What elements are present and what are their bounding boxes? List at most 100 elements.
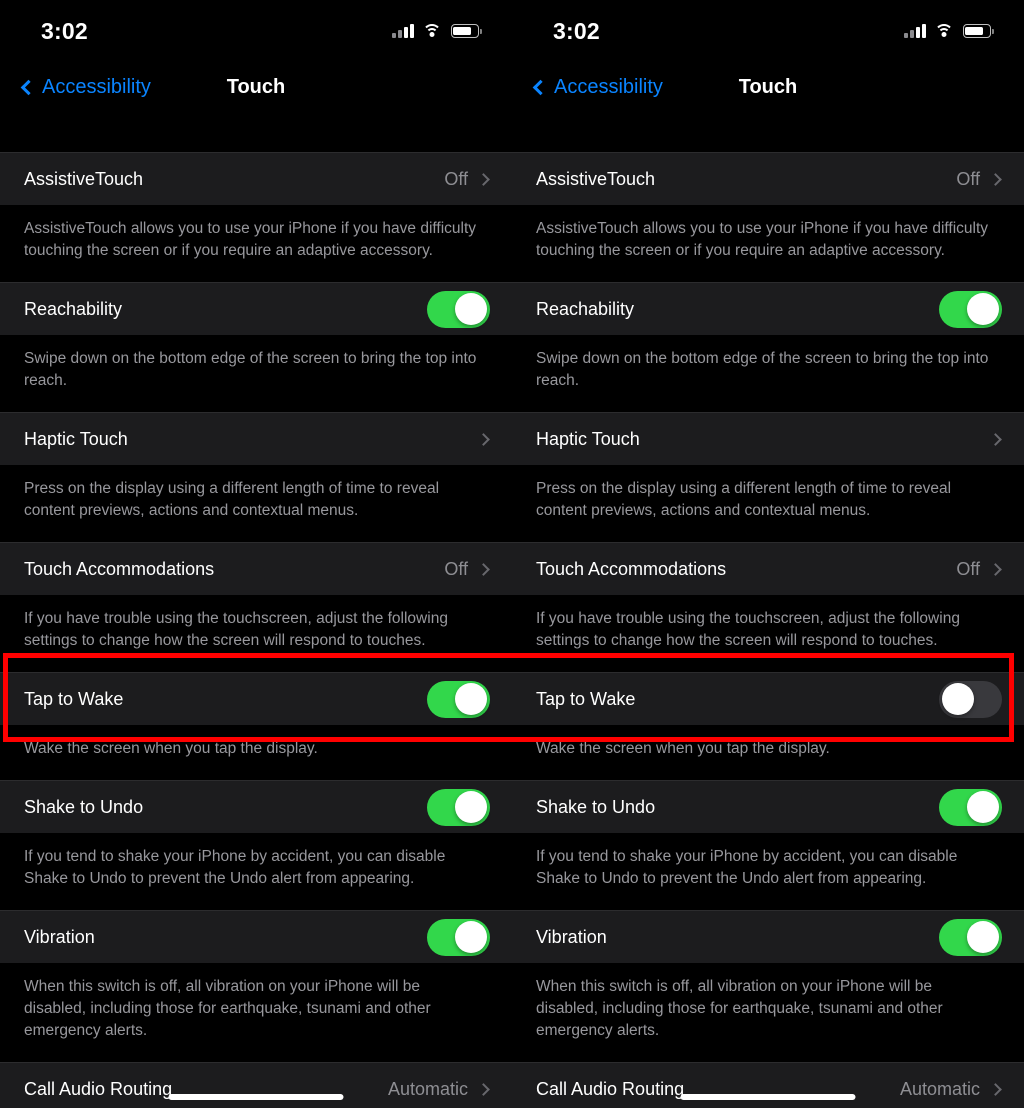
settings-row[interactable]: Tap to Wake <box>512 672 1024 725</box>
settings-row[interactable]: Touch Accommodations Off <box>512 542 1024 595</box>
settings-row-label: Vibration <box>536 926 607 947</box>
settings-row-footer: Wake the screen when you tap the display… <box>0 725 512 780</box>
chevron-left-icon <box>20 79 37 95</box>
toggle-switch[interactable] <box>939 680 1002 718</box>
settings-row-footer: Swipe down on the bottom edge of the scr… <box>0 335 512 412</box>
status-bar: 3:02 <box>0 0 512 62</box>
settings-row-footer: If you tend to shake your iPhone by acci… <box>0 833 512 910</box>
settings-row[interactable]: Vibration <box>512 910 1024 963</box>
settings-row[interactable]: Reachability <box>0 282 512 335</box>
settings-row[interactable]: AssistiveTouch Off <box>512 152 1024 205</box>
toggle-switch[interactable] <box>427 680 490 718</box>
back-button-label: Accessibility <box>42 75 151 98</box>
status-bar-time: 3:02 <box>41 17 88 44</box>
settings-row-label: Shake to Undo <box>536 796 656 817</box>
battery-body <box>962 24 991 38</box>
settings-row[interactable]: Shake to Undo <box>0 780 512 833</box>
wifi-icon <box>934 24 954 38</box>
status-bar-icons <box>391 24 482 38</box>
toggle-switch[interactable] <box>939 918 1002 956</box>
settings-row-value: Off <box>956 558 980 579</box>
settings-row[interactable]: AssistiveTouch Off <box>0 152 512 205</box>
back-button[interactable]: Accessibility <box>532 76 663 99</box>
settings-row-label: Reachability <box>24 298 123 319</box>
settings-row[interactable]: Haptic Touch <box>0 412 512 465</box>
wifi-icon <box>422 24 442 38</box>
chevron-right-icon <box>989 172 1002 186</box>
settings-row-control <box>939 290 1002 328</box>
wifi-dot <box>429 32 435 37</box>
settings-row-label: Shake to Undo <box>24 796 144 817</box>
settings-row-label: Tap to Wake <box>536 688 636 709</box>
settings-row[interactable]: Tap to Wake <box>0 672 512 725</box>
back-button[interactable]: Accessibility <box>20 76 151 99</box>
settings-row-label: Call Audio Routing <box>24 1078 173 1099</box>
settings-row-control <box>939 680 1002 718</box>
right-panel: 3:02 Accessibility Touch AssistiveTouch Off A… <box>512 0 1024 1108</box>
settings-row-footer: When this switch is off, all vibration o… <box>512 963 1024 1062</box>
nav-bar: Accessibility Touch <box>0 62 512 112</box>
settings-row-footer: Press on the display using a different l… <box>0 465 512 542</box>
list-top-gap <box>512 112 1024 152</box>
signal-bar <box>397 30 402 38</box>
wifi-dot <box>941 32 947 37</box>
toggle-switch[interactable] <box>427 918 490 956</box>
battery-icon <box>962 24 994 38</box>
settings-row-footer: When this switch is off, all vibration o… <box>0 963 512 1062</box>
battery-body <box>450 24 479 38</box>
toggle-switch[interactable] <box>427 788 490 826</box>
toggle-knob <box>967 921 999 953</box>
settings-row[interactable]: Haptic Touch <box>512 412 1024 465</box>
settings-row-label: Tap to Wake <box>24 688 124 709</box>
signal-bar <box>409 24 414 38</box>
settings-row[interactable]: Call Audio Routing Automatic <box>512 1062 1024 1108</box>
settings-row-label: AssistiveTouch <box>24 168 144 189</box>
settings-row-control <box>939 788 1002 826</box>
settings-row-value: Off <box>956 168 980 189</box>
settings-row[interactable]: Vibration <box>0 910 512 963</box>
settings-row-control: Automatic <box>900 1079 1002 1100</box>
settings-row[interactable]: Call Audio Routing Automatic <box>0 1062 512 1108</box>
settings-row-label: Vibration <box>24 926 95 947</box>
settings-row[interactable]: Shake to Undo <box>512 780 1024 833</box>
settings-row-label: Haptic Touch <box>24 428 128 449</box>
settings-row-footer: AssistiveTouch allows you to use your iP… <box>0 205 512 282</box>
chevron-right-icon <box>989 1082 1002 1096</box>
settings-row-footer: AssistiveTouch allows you to use your iP… <box>512 205 1024 282</box>
settings-row-control <box>427 788 490 826</box>
settings-row-control: Off <box>956 559 1002 580</box>
home-indicator[interactable] <box>680 1094 856 1100</box>
battery-icon <box>450 24 482 38</box>
settings-row-control: Off <box>956 169 1002 190</box>
settings-row-control <box>427 918 490 956</box>
settings-row[interactable]: Touch Accommodations Off <box>0 542 512 595</box>
status-bar-icons <box>903 24 994 38</box>
home-indicator[interactable] <box>168 1094 344 1100</box>
signal-bar <box>921 24 926 38</box>
signal-bar <box>915 27 920 38</box>
chevron-right-icon <box>477 1082 490 1096</box>
settings-row-control <box>427 290 490 328</box>
left-panel: 3:02 Accessibility Touch AssistiveTouch Off A… <box>0 0 512 1108</box>
battery-cap <box>992 28 994 34</box>
settings-row-footer: Wake the screen when you tap the display… <box>512 725 1024 780</box>
toggle-switch[interactable] <box>939 788 1002 826</box>
toggle-knob <box>455 293 487 325</box>
signal-bar <box>391 33 396 38</box>
chevron-right-icon <box>477 432 490 446</box>
toggle-switch[interactable] <box>427 290 490 328</box>
cellular-signal-icon <box>391 24 414 38</box>
settings-row-label: Haptic Touch <box>536 428 640 449</box>
settings-row-control <box>427 680 490 718</box>
settings-row[interactable]: Reachability <box>512 282 1024 335</box>
settings-row-value: Automatic <box>899 1078 980 1099</box>
toggle-switch[interactable] <box>939 290 1002 328</box>
nav-bar: Accessibility Touch <box>512 62 1024 112</box>
status-bar-time: 3:02 <box>553 17 600 44</box>
chevron-right-icon <box>989 562 1002 576</box>
settings-row-footer: Swipe down on the bottom edge of the scr… <box>512 335 1024 412</box>
battery-cap <box>480 28 482 34</box>
settings-row-control <box>989 432 1002 446</box>
settings-row-value: Off <box>444 168 468 189</box>
toggle-knob <box>967 791 999 823</box>
